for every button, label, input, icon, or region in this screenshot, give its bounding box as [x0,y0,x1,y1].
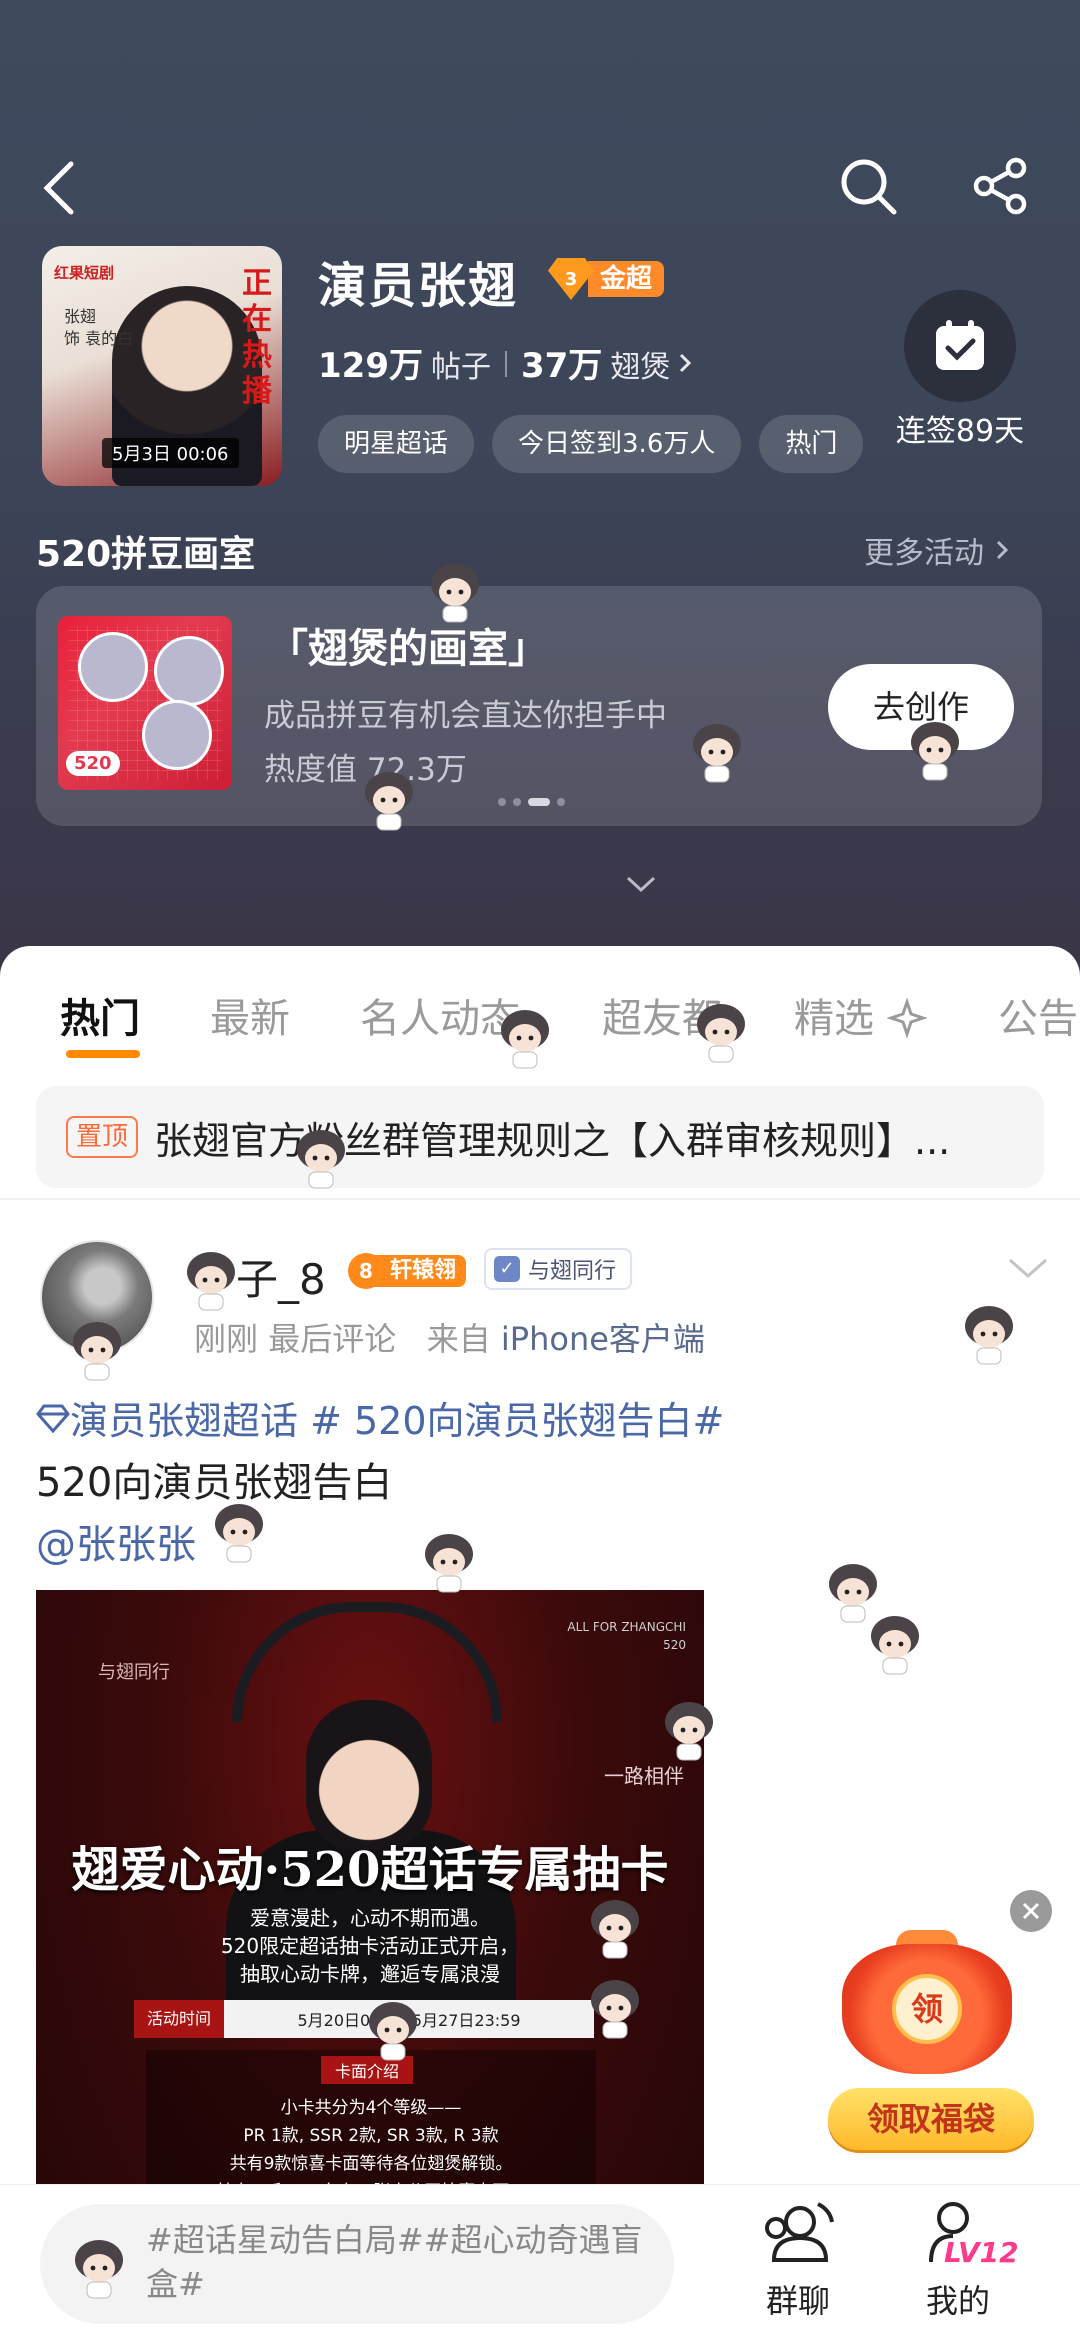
calendar-check-icon [936,320,984,370]
topic-chips: 明星超话 今日签到3.6万人 热门 [318,415,874,475]
posts-label: 帖子 [430,350,491,385]
search-icon [841,159,897,215]
cover-names: 张翅饰 袁的白 [64,307,134,348]
fans-label: 翅煲 [610,350,671,385]
activity-card-subtitle: 成品拼豆有机会直达你担手中 [264,698,667,734]
post-text: 520向演员张翅告白 [36,1460,393,1506]
feed-tabs: 热门 最新 名人动态 超友都 精选 公告 [0,946,1080,1064]
active-tab-indicator [66,1050,140,1058]
tab-announcement[interactable]: 公告 [998,986,1078,1044]
poster-headline: 翅爱心动·520超话专属抽卡 [71,1842,669,1898]
chevron-down-icon [1009,1258,1047,1279]
tab-super-friends[interactable]: 超友都 [602,986,722,1044]
user-tag-badge[interactable]: ✓ 与翅同行 [484,1248,633,1290]
carousel-dots [498,798,565,806]
lucky-bag-coin: 领 [892,1974,962,2044]
claim-lucky-bag-button[interactable]: 领取福袋 [828,2088,1034,2150]
share-icon [973,157,1027,215]
topic-cover-image[interactable]: 红果短剧 张翅饰 袁的白 正在热播 5月3日 00:06 [42,246,282,486]
sparkle-icon [885,997,928,1039]
page-title: 演员张翅 [318,258,519,314]
more-activities-link[interactable]: 更多活动 [864,528,1012,572]
checkin-button[interactable] [904,290,1016,402]
activity-card-title: 「翅煲的画室」 [268,626,548,672]
checkin-label: 连签89天 [895,414,1025,449]
divider [0,1198,1080,1200]
pinned-text: 张翅官方粉丝群管理规则之【入群审核规则】... [154,1118,951,1163]
pinned-badge: 置顶 [66,1116,139,1158]
chevron-down-icon [626,876,656,893]
fans-count: 37万 [520,346,603,386]
back-icon [43,161,74,215]
comment-input[interactable]: #超话星动告白局##超心动奇遇盲盒# [40,2204,674,2324]
expand-header-button[interactable] [624,874,658,898]
user-level-badge[interactable]: 8 轩辕翎 [348,1252,467,1290]
tab-featured[interactable]: 精选 [794,986,928,1044]
chip-star-topic[interactable]: 明星超话 [318,415,475,473]
pinned-post[interactable]: 置顶 张翅官方粉丝群管理规则之【入群审核规则】... [36,1086,1044,1188]
diamond-icon [36,1404,70,1433]
super-topic-level-badge[interactable]: 3 金超 [548,258,665,300]
activity-section-title: 520拼豆画室 [36,534,256,575]
nav-group-chat[interactable]: 群聊 [738,2200,858,2322]
chip-checkin-count[interactable]: 今日签到3.6万人 [492,415,742,473]
search-button[interactable] [836,154,900,218]
activity-card[interactable]: 520 「翅煲的画室」 成品拼豆有机会直达你担手中 热度值 72.3万 去创作 [36,586,1042,826]
create-button[interactable]: 去创作 [828,664,1014,750]
topic-stats[interactable]: 129万 帖子 37万 翅煲 [318,338,696,387]
posts-count: 129万 [318,346,423,386]
lucky-bag[interactable]: 领 [842,1930,1012,2074]
post-username[interactable]: 子_8 [236,1246,326,1307]
stats-divider [504,351,507,377]
close-icon [1022,1902,1040,1920]
share-button[interactable] [968,154,1032,218]
tab-celebrity[interactable]: 名人动态 [360,986,520,1044]
check-icon: ✓ [494,1256,520,1282]
post-menu-button[interactable] [1006,1256,1050,1286]
close-lucky-bag-button[interactable] [1010,1890,1052,1932]
post-meta: 刚刚 最后评论 来自 iPhone客户端 [194,1320,705,1358]
post-source[interactable]: iPhone客户端 [501,1320,705,1358]
cover-time: 5月3日 00:06 [102,438,239,468]
back-button[interactable] [34,160,84,216]
tab-hot[interactable]: 热门 [60,986,140,1044]
user-level: LV12 [944,2236,1019,2269]
activity-card-heat: 热度值 72.3万 [264,752,467,788]
cover-brand: 红果短剧 [54,264,115,282]
group-chat-icon [765,2202,834,2262]
chevron-right-icon [680,353,692,373]
post-mention[interactable]: @张张张 [36,1512,196,1570]
comment-placeholder: #超话星动告白局##超心动奇遇盲盒# [146,2221,643,2303]
tab-latest[interactable]: 最新 [210,986,290,1044]
super-topic-header: 红果短剧 张翅饰 袁的白 正在热播 5月3日 00:06 演员张翅 3 金超 1… [0,0,1080,990]
chevron-right-icon [996,540,1008,560]
poster-face [306,1700,432,1850]
activity-card-image: 520 [58,616,232,790]
avatar[interactable] [40,1240,154,1354]
cover-live-text: 正在热播 [242,266,272,409]
chip-hot[interactable]: 热门 [759,415,864,473]
post-topics[interactable]: 演员张翅超话 # 520向演员张翅告白# [36,1390,724,1445]
